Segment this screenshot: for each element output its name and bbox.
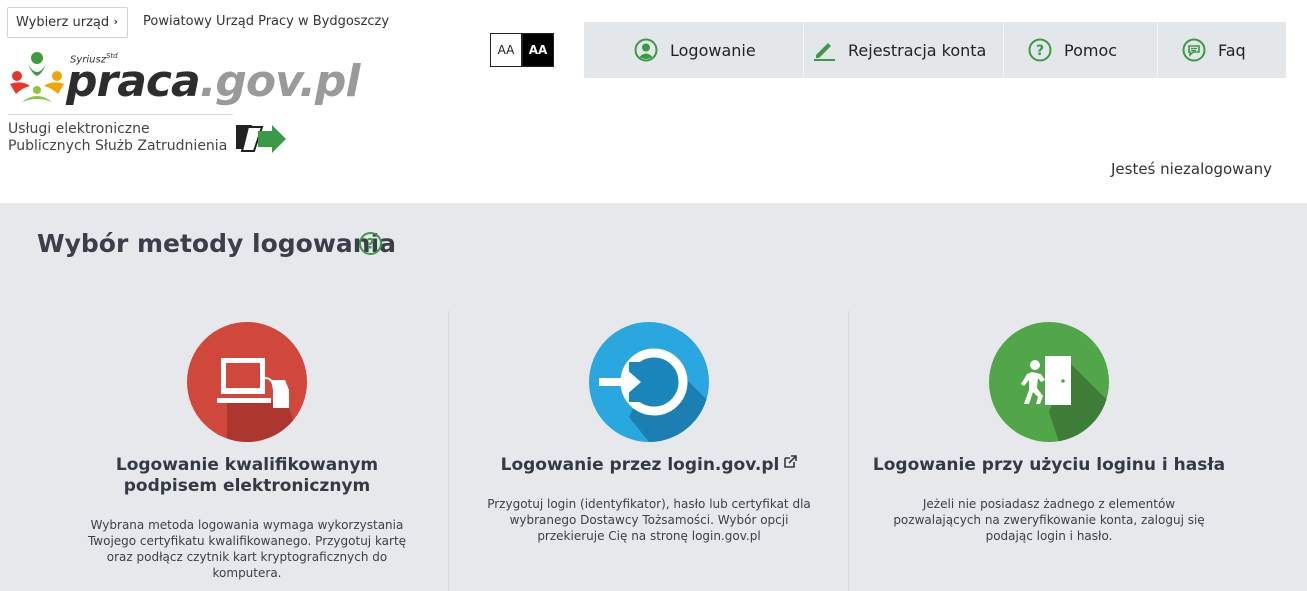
computer-card-reader-icon: [187, 322, 307, 442]
nav-login[interactable]: Logowanie: [584, 22, 804, 78]
method-login-gov-description: Przygotuj login (identyfikator), hasło l…: [487, 497, 811, 543]
nav-register-label: Rejestracja konta: [848, 40, 987, 60]
chevron-right-icon: ›: [113, 15, 118, 28]
page-title: Wybór metody logowania: [37, 229, 397, 258]
nav-login-label: Logowanie: [670, 40, 756, 60]
services-caption: Usługi elektroniczne Publicznych Służb Z…: [8, 121, 228, 154]
page-header: Wybierz urząd › Powiatowy Urząd Pracy w …: [0, 0, 1307, 203]
logo-wordmark: praca.gov.pl: [66, 56, 360, 107]
method-login-gov-title: Logowanie przez login.gov.pl: [469, 455, 829, 476]
main-content: Wybór metody logowania ? Logowanie kwali…: [0, 203, 1307, 591]
question-circle-icon: ?: [1028, 38, 1052, 62]
svg-text:?: ?: [1036, 43, 1044, 59]
services-arrow-icon: [236, 125, 286, 153]
pencil-icon: [814, 43, 835, 61]
praca-gov-logo[interactable]: SyriuszStd praca.gov.pl: [8, 48, 360, 110]
person-door-icon: [989, 322, 1109, 442]
nav-help-label: Pomoc: [1064, 40, 1118, 60]
top-navigation: Logowanie Rejestracja konta ? Pomoc Faq: [584, 22, 1286, 78]
people-logo-icon: [10, 52, 64, 102]
nav-help[interactable]: ? Pomoc: [1004, 22, 1158, 78]
contrast-high-button[interactable]: AA: [522, 33, 554, 67]
method-qualified-signature[interactable]: Logowanie kwalifikowanym podpisem elektr…: [47, 311, 447, 591]
nav-faq-label: Faq: [1218, 40, 1246, 60]
svg-text:?: ?: [366, 237, 374, 253]
logo-divider: [8, 114, 233, 115]
nav-register[interactable]: Rejestracja konta: [804, 22, 1004, 78]
user-circle-icon: [634, 38, 658, 62]
help-question-icon[interactable]: ?: [358, 231, 383, 256]
method-qualified-description: Wybrana metoda logowania wymaga wykorzys…: [87, 518, 407, 580]
select-office-label: Wybierz urząd: [16, 15, 110, 30]
method-login-password-title: Logowanie przy użyciu loginu i hasła: [872, 455, 1226, 475]
office-name: Powiatowy Urząd Pracy w Bydgoszczy: [143, 14, 390, 29]
chat-icon: [1182, 38, 1206, 62]
external-link-icon: [784, 455, 798, 468]
method-login-password-description: Jeżeli nie posiadasz żadnego z elementów…: [893, 497, 1205, 543]
contrast-switch: AA AA: [490, 33, 554, 67]
method-qualified-title: Logowanie kwalifikowanym podpisem elektr…: [115, 455, 379, 496]
login-status: Jesteś niezalogowany: [1110, 160, 1272, 178]
nav-faq[interactable]: Faq: [1158, 22, 1286, 78]
method-login-gov[interactable]: Logowanie przez login.gov.pl Przygotuj l…: [448, 311, 848, 591]
contrast-normal-button[interactable]: AA: [490, 33, 522, 67]
login-arrow-icon: [589, 322, 709, 442]
method-login-password[interactable]: Logowanie przy użyciu loginu i hasła Jeż…: [848, 311, 1248, 591]
select-office-button[interactable]: Wybierz urząd ›: [7, 7, 128, 38]
